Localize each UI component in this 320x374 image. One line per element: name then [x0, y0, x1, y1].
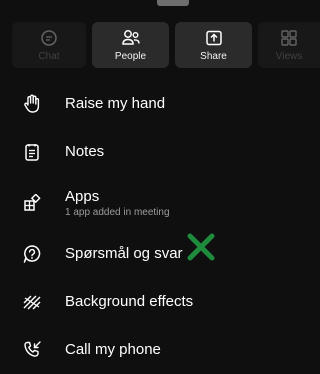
chat-icon — [40, 28, 58, 48]
hand-icon — [22, 94, 42, 114]
background-effects-item[interactable]: Background effects — [0, 278, 311, 326]
background-effects-icon — [22, 292, 42, 312]
share-button[interactable]: Share — [175, 22, 252, 68]
people-button[interactable]: People — [92, 22, 169, 68]
people-icon — [121, 28, 141, 48]
qa-item[interactable]: Spørsmål og svar — [0, 230, 311, 278]
chat-label: Chat — [38, 51, 60, 62]
call-phone-icon — [22, 340, 42, 360]
people-label: People — [114, 51, 147, 62]
raise-hand-item[interactable]: Raise my hand — [0, 80, 311, 128]
views-button[interactable]: Views — [258, 22, 320, 68]
drag-handle[interactable] — [157, 0, 189, 6]
views-icon — [280, 28, 298, 48]
notes-item[interactable]: Notes — [0, 128, 311, 176]
qa-icon — [22, 244, 42, 264]
raise-hand-label: Raise my hand — [65, 95, 166, 112]
quick-actions-bar: Chat People Share Views — [12, 22, 320, 68]
apps-sublabel: 1 app added in meeting — [65, 207, 170, 218]
apps-icon — [22, 193, 42, 213]
apps-label: Apps — [65, 188, 100, 205]
chat-button[interactable]: Chat — [12, 22, 86, 68]
notes-icon — [22, 142, 42, 162]
more-actions-menu: Raise my hand Notes Apps 1 app added in … — [0, 80, 311, 374]
apps-item[interactable]: Apps 1 app added in meeting — [0, 176, 311, 230]
share-label: Share — [200, 51, 227, 62]
background-effects-label: Background effects — [65, 293, 194, 310]
qa-label: Spørsmål og svar — [65, 245, 183, 262]
share-icon — [205, 28, 223, 48]
notes-label: Notes — [65, 143, 105, 160]
green-x-annotation-icon — [187, 233, 215, 261]
call-phone-label: Call my phone — [65, 341, 161, 358]
views-label: Views — [275, 51, 303, 62]
